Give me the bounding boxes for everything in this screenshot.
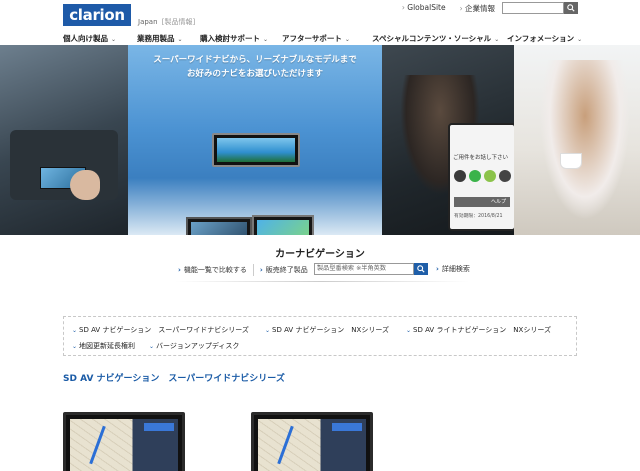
chevron-down-icon: ⌄ [265, 327, 271, 334]
chevron-down-icon: ⌄ [344, 36, 350, 43]
product-card[interactable] [251, 412, 373, 471]
wide-nav-display-image [212, 133, 300, 167]
chevron-down-icon: ⌄ [263, 36, 269, 43]
chevron-right-icon: › [436, 265, 439, 273]
nav-unit-image [252, 215, 314, 235]
series-title: SD AV ナビゲーション スーパーワイドナビシリーズ [63, 374, 285, 384]
model-search-button[interactable] [414, 263, 428, 275]
sub-links: › 機能一覧で比較する › 販売終了製品 [172, 263, 314, 276]
nav-label: スペシャルコンテンツ・ソーシャル [372, 34, 492, 43]
main-nav: 個人向け製品 ⌄ 業務用製品 ⌄ 購入検討サポート ⌄ アフターサポート ⌄ スペシャル… [0, 33, 640, 45]
nav-label: インフォメーション [507, 34, 575, 43]
voice-app-phone-image: ご用件をお話し下さい ヘルプ 有効期限：2016/8/21 [448, 123, 516, 231]
page-title: カーナビゲーション [275, 249, 365, 260]
nav-label: アフターサポート [282, 34, 342, 43]
nav-business-products[interactable]: 業務用製品 ⌄ [137, 33, 183, 44]
screen-badge [144, 423, 174, 431]
mail-icon [454, 170, 466, 182]
hero-banner[interactable]: スーパーワイドナビから、リーズナブルなモデルまで お好みのナビをお選びいただけま… [0, 45, 640, 235]
region-name: Japan [138, 18, 158, 26]
advanced-search-link[interactable]: › 詳細検索 [436, 264, 470, 274]
nav-purchase-support[interactable]: 購入検討サポート ⌄ [200, 33, 268, 44]
divider [175, 281, 469, 282]
category-label: SD AV ナビゲーション NXシリーズ [272, 326, 389, 334]
chevron-down-icon: ⌄ [72, 343, 78, 350]
category-link-map-update[interactable]: ⌄ 地図更新延長権利 [72, 341, 135, 351]
woman-image [540, 60, 630, 220]
nav-unit-image [186, 217, 252, 235]
category-link-light-nx[interactable]: ⌄ SD AV ライトナビゲーション NXシリーズ [406, 325, 551, 335]
nav-special-social[interactable]: スペシャルコンテンツ・ソーシャル ⌄ [372, 33, 499, 44]
nav-personal-products[interactable]: 個人向け製品 ⌄ [63, 33, 116, 44]
chevron-down-icon: ⌄ [177, 36, 183, 43]
compare-features-link[interactable]: › 機能一覧で比較する [172, 264, 253, 276]
category-link-version-up[interactable]: ⌄ バージョンアップディスク [149, 341, 239, 351]
hero-copy: スーパーワイドナビから、リーズナブルなモデルまで お好みのナビをお選びいただけま… [140, 53, 370, 81]
screen-badge [332, 423, 362, 431]
region-label: Japan [製品情報] [138, 17, 195, 27]
top-links: GlobalSite 企業情報 [402, 3, 495, 14]
global-site-link[interactable]: GlobalSite [402, 3, 445, 14]
chevron-down-icon: ⌄ [577, 36, 583, 43]
hero-line-1: スーパーワイドナビから、リーズナブルなモデルまで [153, 55, 357, 65]
phone-help-bar: ヘルプ [454, 197, 510, 207]
nav-label: 購入検討サポート [200, 34, 260, 43]
phone-expiry-date: 有効期限：2016/8/21 [454, 214, 503, 219]
category-label: バージョンアップディスク [156, 342, 240, 350]
clarion-logo[interactable]: clarion [63, 4, 131, 26]
category-link-nx[interactable]: ⌄ SD AV ナビゲーション NXシリーズ [265, 325, 389, 335]
search-icon [567, 4, 575, 12]
nav-unit-screen [191, 222, 247, 235]
category-label: SD AV ライトナビゲーション NXシリーズ [413, 326, 551, 334]
category-label: 地図更新延長権利 [79, 342, 136, 350]
site-search [502, 2, 578, 14]
chevron-down-icon: ⌄ [72, 327, 78, 334]
category-links-box: ⌄ SD AV ナビゲーション スーパーワイドナビシリーズ ⌄ SD AV ナビゲー… [63, 316, 577, 356]
music-icon [499, 170, 511, 182]
nav-information[interactable]: インフォメーション ⌄ [507, 33, 582, 44]
model-search: 製品型番検索 ※半角英数 [314, 263, 428, 275]
model-search-input[interactable]: 製品型番検索 ※半角英数 [314, 263, 414, 275]
corporate-info-link[interactable]: 企業情報 [460, 3, 495, 14]
nav-unit-screen [257, 220, 309, 235]
chevron-down-icon: ⌄ [111, 36, 117, 43]
chevron-right-icon: › [259, 265, 263, 274]
cup-image [560, 153, 582, 169]
category-link-superwide[interactable]: ⌄ SD AV ナビゲーション スーパーワイドナビシリーズ [72, 325, 249, 335]
phone-icon [469, 170, 481, 182]
nav-after-support[interactable]: アフターサポート ⌄ [282, 33, 350, 44]
advanced-search-label: 詳細検索 [441, 265, 470, 273]
hand-image [70, 170, 100, 200]
chevron-down-icon: ⌄ [406, 327, 412, 334]
chat-icon [484, 170, 496, 182]
category-label: SD AV ナビゲーション スーパーワイドナビシリーズ [79, 326, 249, 334]
phone-app-icons [454, 170, 511, 182]
nav-label: 業務用製品 [137, 34, 175, 43]
nav-label: 個人向け製品 [63, 34, 108, 43]
chevron-down-icon: ⌄ [149, 343, 155, 350]
discontinued-products-label: 販売終了製品 [265, 265, 308, 274]
site-header: clarion Japan [製品情報] GlobalSite 企業情報 [0, 0, 640, 33]
phone-prompt: ご用件をお話し下さい [453, 155, 509, 161]
car-dashboard-image [10, 130, 118, 200]
hero-line-2: お好みのナビをお選びいただけます [186, 69, 323, 79]
chevron-down-icon: ⌄ [494, 36, 500, 43]
search-icon [417, 265, 425, 273]
compare-features-label: 機能一覧で比較する [183, 265, 247, 274]
region-link[interactable]: [製品情報] [162, 18, 195, 26]
product-card[interactable] [63, 412, 185, 471]
display-screen [217, 138, 295, 162]
discontinued-products-link[interactable]: › 販売終了製品 [252, 263, 314, 276]
site-search-input[interactable] [502, 2, 564, 14]
chevron-right-icon: › [178, 265, 181, 274]
site-search-button[interactable] [564, 2, 578, 14]
